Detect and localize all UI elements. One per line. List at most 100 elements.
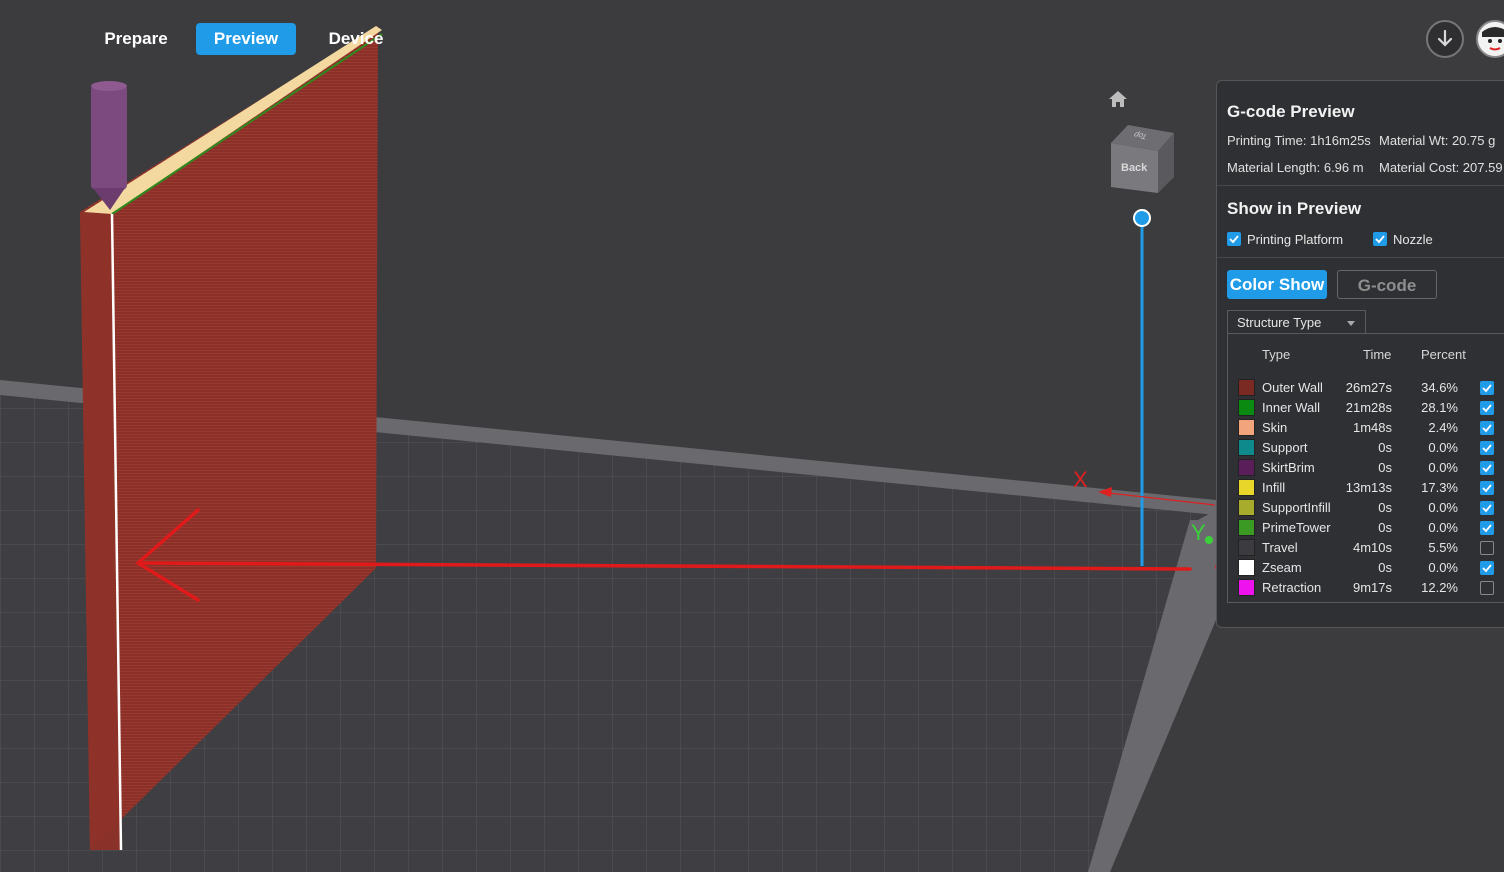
- color-swatch: [1238, 399, 1255, 416]
- check-icon: [1482, 564, 1492, 573]
- structure-type-dropdown[interactable]: Structure Type: [1227, 310, 1366, 334]
- type-percent: 5.5%: [1428, 540, 1458, 555]
- check-icon: [1482, 524, 1492, 533]
- gcode-preview-panel: G-code Preview Printing Time: 1h16m25s M…: [1216, 80, 1504, 628]
- type-time: 0s: [1378, 500, 1392, 515]
- color-swatch: [1238, 519, 1255, 536]
- table-row: SupportInfill 0s 0.0%: [1228, 498, 1504, 518]
- download-icon: [1437, 29, 1453, 47]
- table-row: Support 0s 0.0%: [1228, 438, 1504, 458]
- color-swatch: [1238, 459, 1255, 476]
- check-icon: [1482, 504, 1492, 513]
- axis-x-label: X: [1073, 467, 1088, 492]
- printing-platform-checkbox[interactable]: [1227, 232, 1241, 246]
- type-visibility-checkbox[interactable]: [1480, 561, 1494, 575]
- printing-platform-label: Printing Platform: [1247, 232, 1344, 247]
- type-time: 4m10s: [1352, 540, 1392, 555]
- type-visibility-checkbox[interactable]: [1480, 421, 1494, 435]
- panel-divider: [1217, 257, 1504, 258]
- download-button[interactable]: [1426, 20, 1464, 58]
- tab-preview[interactable]: Preview: [196, 23, 296, 55]
- type-percent: 2.4%: [1428, 420, 1458, 435]
- home-icon[interactable]: [1107, 89, 1129, 109]
- view-cube-icon[interactable]: Back Top: [1108, 123, 1176, 195]
- type-time: 21m28s: [1345, 400, 1392, 415]
- table-row: Infill 13m13s 17.3%: [1228, 478, 1504, 498]
- gcode-preview-title: G-code Preview: [1227, 102, 1355, 121]
- view-cube-front-label: Back: [1121, 162, 1148, 174]
- type-time: 0s: [1378, 440, 1392, 455]
- check-icon: [1482, 464, 1492, 473]
- type-name: Zseam: [1262, 560, 1302, 575]
- printing-time: Printing Time: 1h16m25s: [1227, 133, 1371, 148]
- type-visibility-checkbox[interactable]: [1480, 441, 1494, 455]
- check-icon: [1229, 235, 1239, 244]
- type-percent: 12.2%: [1421, 580, 1458, 595]
- type-time: 0s: [1378, 520, 1392, 535]
- type-time: 0s: [1378, 560, 1392, 575]
- header-time: Time: [1363, 347, 1392, 362]
- type-name: SkirtBrim: [1262, 460, 1315, 475]
- type-name: Skin: [1262, 420, 1288, 435]
- tab-device[interactable]: Device: [318, 23, 394, 55]
- nozzle-label: Nozzle: [1393, 232, 1433, 247]
- type-time: 0s: [1378, 460, 1392, 475]
- color-swatch: [1238, 539, 1255, 556]
- show-in-preview-title: Show in Preview: [1227, 199, 1362, 218]
- type-percent: 17.3%: [1421, 480, 1458, 495]
- type-visibility-checkbox[interactable]: [1480, 461, 1494, 475]
- color-swatch: [1238, 559, 1255, 576]
- type-name: Travel: [1262, 540, 1298, 555]
- check-icon: [1482, 384, 1492, 393]
- top-navigation: Prepare Preview Device: [0, 0, 1504, 80]
- color-swatch: [1238, 419, 1255, 436]
- type-percent: 0.0%: [1428, 520, 1458, 535]
- color-swatch: [1238, 499, 1255, 516]
- axis-y-origin: [1205, 536, 1213, 544]
- table-row: SkirtBrim 0s 0.0%: [1228, 458, 1504, 478]
- table-row: Inner Wall 21m28s 28.1%: [1228, 398, 1504, 418]
- type-visibility-checkbox[interactable]: [1480, 481, 1494, 495]
- avatar[interactable]: [1476, 20, 1504, 58]
- color-swatch: [1238, 479, 1255, 496]
- table-row: PrimeTower 0s 0.0%: [1228, 518, 1504, 538]
- table-row: Travel 4m10s 5.5%: [1228, 538, 1504, 558]
- nozzle: [91, 81, 127, 210]
- axis-y-label: Y: [1191, 520, 1206, 545]
- material-cost: Material Cost: 207.59: [1379, 160, 1503, 175]
- type-name: Retraction: [1262, 580, 1322, 595]
- type-visibility-checkbox[interactable]: [1480, 581, 1494, 595]
- type-visibility-checkbox[interactable]: [1480, 541, 1494, 555]
- check-icon: [1375, 235, 1385, 244]
- type-time: 26m27s: [1345, 380, 1392, 395]
- material-weight: Material Wt: 20.75 g: [1379, 133, 1496, 148]
- material-length: Material Length: 6.96 m: [1227, 160, 1364, 175]
- type-time: 9m17s: [1352, 580, 1392, 595]
- nozzle-checkbox[interactable]: [1373, 232, 1387, 246]
- type-visibility-checkbox[interactable]: [1480, 381, 1494, 395]
- type-visibility-checkbox[interactable]: [1480, 401, 1494, 415]
- chevron-down-icon: [1347, 321, 1355, 326]
- type-percent: 0.0%: [1428, 440, 1458, 455]
- type-time: 13m13s: [1345, 480, 1392, 495]
- type-name: SupportInfill: [1262, 500, 1331, 515]
- color-show-button[interactable]: Color Show: [1227, 270, 1327, 299]
- structure-type-label: Structure Type: [1237, 315, 1322, 330]
- check-icon: [1482, 444, 1492, 453]
- gcode-button[interactable]: G-code: [1337, 270, 1437, 299]
- color-swatch: [1238, 579, 1255, 596]
- type-percent: 34.6%: [1421, 380, 1458, 395]
- avatar-icon: [1478, 22, 1504, 56]
- tab-prepare[interactable]: Prepare: [96, 23, 176, 55]
- type-visibility-checkbox[interactable]: [1480, 501, 1494, 515]
- type-name: Infill: [1262, 480, 1286, 495]
- type-visibility-checkbox[interactable]: [1480, 521, 1494, 535]
- color-swatch: [1238, 439, 1255, 456]
- type-percent: 0.0%: [1428, 560, 1458, 575]
- type-name: PrimeTower: [1262, 520, 1331, 535]
- table-row: Skin 1m48s 2.4%: [1228, 418, 1504, 438]
- type-percent: 28.1%: [1421, 400, 1458, 415]
- header-type: Type: [1262, 347, 1291, 362]
- type-percent: 0.0%: [1428, 500, 1458, 515]
- type-name: Support: [1262, 440, 1308, 455]
